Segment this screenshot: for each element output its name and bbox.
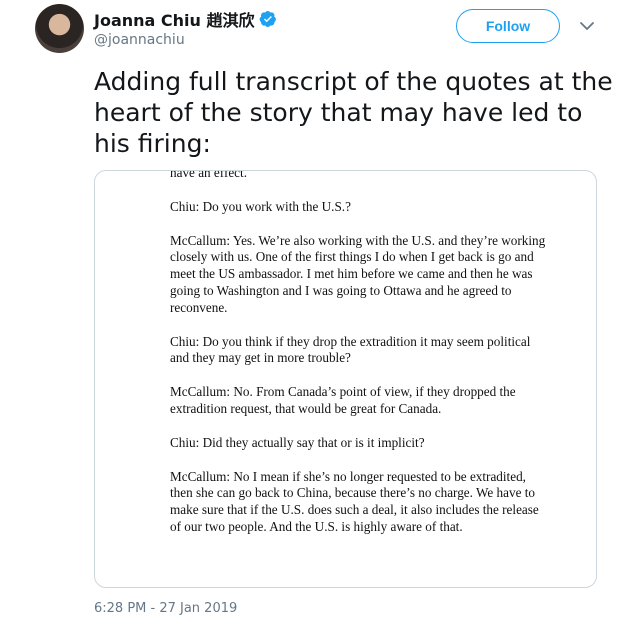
verified-badge-icon [260, 10, 277, 28]
follow-button[interactable]: Follow [456, 9, 560, 43]
transcript-paragraph: McCallum: Yes. We’re also working with t… [170, 232, 546, 315]
author-handle[interactable]: @joannachiu [94, 32, 185, 48]
author-display-name[interactable]: Joanna Chiu 趙淇欣 [94, 7, 254, 31]
tweet-text: Adding full transcript of the quotes at … [94, 67, 613, 158]
chevron-down-icon[interactable] [579, 20, 595, 32]
transcript-paragraph: Chiu: Do you think if they drop the extr… [170, 333, 531, 366]
transcript-paragraph: Chiu: Did they actually say that or is i… [170, 434, 425, 450]
tweet-media-image[interactable]: have an effect. Chiu: Do you work with t… [94, 170, 597, 588]
author-name-row[interactable]: Joanna Chiu 趙淇欣 [94, 7, 277, 31]
transcript-paragraph: McCallum: No. From Canada’s point of vie… [170, 384, 516, 416]
transcript-paragraph: have an effect. [170, 170, 247, 180]
transcript-paragraph: Chiu: Do you work with the U.S.? [170, 198, 351, 214]
transcript-paragraph: McCallum: No I mean if she’s no longer r… [170, 468, 539, 534]
transcript-text: have an effect. Chiu: Do you work with t… [170, 170, 550, 553]
tweet-timestamp[interactable]: 6:28 PM - 27 Jan 2019 [94, 601, 237, 616]
avatar[interactable] [35, 4, 84, 53]
